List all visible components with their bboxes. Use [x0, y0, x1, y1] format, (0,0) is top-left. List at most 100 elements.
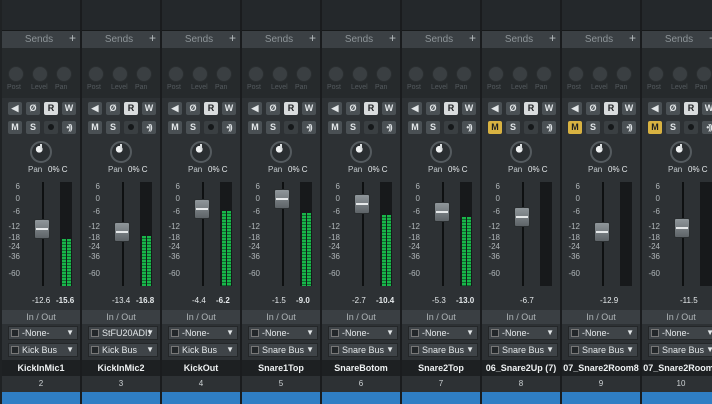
send-knob[interactable]	[352, 66, 368, 82]
output-selector[interactable]: Kick Bus ▼	[8, 343, 78, 357]
phase-invert-button[interactable]: Ø	[26, 102, 40, 115]
insert-slot-area[interactable]	[562, 0, 640, 31]
input-monitor-button[interactable]: •))	[142, 121, 156, 134]
volume-fader[interactable]	[514, 207, 530, 228]
phase-invert-button[interactable]: Ø	[666, 102, 680, 115]
send-knob[interactable]	[88, 66, 104, 82]
send-knob[interactable]	[248, 66, 264, 82]
solo-button[interactable]: S	[26, 121, 40, 134]
input-selector[interactable]: -None- ▼	[648, 326, 712, 340]
pan-knob[interactable]	[350, 141, 372, 163]
add-send-button[interactable]: +	[629, 31, 636, 45]
input-monitor-button[interactable]: •))	[622, 121, 636, 134]
record-arm-button[interactable]	[284, 121, 298, 134]
speaker-icon[interactable]: ◀	[248, 102, 262, 115]
output-selector[interactable]: Snare Bus▼	[568, 343, 638, 357]
channel-name[interactable]: KickInMic1	[2, 360, 80, 376]
phase-invert-button[interactable]: Ø	[506, 102, 520, 115]
input-selector[interactable]: -None- ▼	[328, 326, 398, 340]
volume-fader[interactable]	[194, 199, 210, 220]
speaker-icon[interactable]: ◀	[8, 102, 22, 115]
write-automation-button[interactable]: W	[702, 102, 712, 115]
record-arm-button[interactable]	[44, 121, 58, 134]
speaker-icon[interactable]: ◀	[488, 102, 502, 115]
mute-button[interactable]: M	[568, 121, 582, 134]
read-automation-button[interactable]: R	[284, 102, 298, 115]
mute-button[interactable]: M	[8, 121, 22, 134]
add-send-button[interactable]: +	[549, 31, 556, 45]
record-arm-button[interactable]	[204, 121, 218, 134]
volume-fader[interactable]	[434, 202, 450, 223]
solo-button[interactable]: S	[506, 121, 520, 134]
mute-button[interactable]: M	[248, 121, 262, 134]
phase-invert-button[interactable]: Ø	[266, 102, 280, 115]
channel-name[interactable]: Snare1Top	[242, 360, 320, 376]
solo-button[interactable]: S	[666, 121, 680, 134]
channel-name[interactable]: KickInMic2	[82, 360, 160, 376]
channel-name[interactable]: Snare2Top	[402, 360, 480, 376]
volume-fader[interactable]	[674, 217, 690, 238]
record-arm-button[interactable]	[364, 121, 378, 134]
pan-knob[interactable]	[270, 141, 292, 163]
output-selector[interactable]: Snare Bus▼	[488, 343, 558, 357]
input-selector[interactable]: -None- ▼	[8, 326, 78, 340]
mute-button[interactable]: M	[648, 121, 662, 134]
send-knob[interactable]	[192, 66, 208, 82]
solo-button[interactable]: S	[266, 121, 280, 134]
pan-knob[interactable]	[590, 141, 612, 163]
record-arm-button[interactable]	[124, 121, 138, 134]
record-arm-button[interactable]	[444, 121, 458, 134]
input-selector[interactable]: -None- ▼	[408, 326, 478, 340]
add-send-button[interactable]: +	[69, 31, 76, 45]
record-arm-button[interactable]	[524, 121, 538, 134]
speaker-icon[interactable]: ◀	[408, 102, 422, 115]
mute-button[interactable]: M	[88, 121, 102, 134]
input-selector[interactable]: StFU20ADI1 ▼	[88, 326, 158, 340]
speaker-icon[interactable]: ◀	[568, 102, 582, 115]
insert-slot-area[interactable]	[402, 0, 480, 31]
volume-fader[interactable]	[594, 221, 610, 242]
output-selector[interactable]: Kick Bus ▼	[168, 343, 238, 357]
solo-button[interactable]: S	[186, 121, 200, 134]
write-automation-button[interactable]: W	[142, 102, 156, 115]
speaker-icon[interactable]: ◀	[328, 102, 342, 115]
pan-knob[interactable]	[430, 141, 452, 163]
insert-slot-area[interactable]	[322, 0, 400, 31]
send-knob[interactable]	[536, 66, 552, 82]
input-monitor-button[interactable]: •))	[222, 121, 236, 134]
volume-fader[interactable]	[34, 218, 50, 239]
output-selector[interactable]: Snare Bus▼	[248, 343, 318, 357]
send-knob[interactable]	[216, 66, 232, 82]
send-knob[interactable]	[648, 66, 664, 82]
record-arm-button[interactable]	[604, 121, 618, 134]
channel-name[interactable]: SnareBotom	[322, 360, 400, 376]
solo-button[interactable]: S	[426, 121, 440, 134]
send-knob[interactable]	[696, 66, 712, 82]
add-send-button[interactable]: +	[149, 31, 156, 45]
solo-button[interactable]: S	[586, 121, 600, 134]
write-automation-button[interactable]: W	[462, 102, 476, 115]
channel-name[interactable]: 07_Snare2Room8	[562, 360, 640, 376]
write-automation-button[interactable]: W	[62, 102, 76, 115]
input-selector[interactable]: -None- ▼	[168, 326, 238, 340]
add-send-button[interactable]: +	[469, 31, 476, 45]
send-knob[interactable]	[112, 66, 128, 82]
phase-invert-button[interactable]: Ø	[186, 102, 200, 115]
send-knob[interactable]	[32, 66, 48, 82]
channel-name[interactable]: KickOut	[162, 360, 240, 376]
send-knob[interactable]	[8, 66, 24, 82]
mute-button[interactable]: M	[488, 121, 502, 134]
send-knob[interactable]	[136, 66, 152, 82]
input-selector[interactable]: -None- ▼	[248, 326, 318, 340]
send-knob[interactable]	[616, 66, 632, 82]
input-monitor-button[interactable]: •))	[62, 121, 76, 134]
input-monitor-button[interactable]: •))	[462, 121, 476, 134]
mute-button[interactable]: M	[328, 121, 342, 134]
phase-invert-button[interactable]: Ø	[346, 102, 360, 115]
output-selector[interactable]: Kick Bus ▼	[88, 343, 158, 357]
read-automation-button[interactable]: R	[444, 102, 458, 115]
record-arm-button[interactable]	[684, 121, 698, 134]
read-automation-button[interactable]: R	[124, 102, 138, 115]
pan-knob[interactable]	[190, 141, 212, 163]
volume-fader[interactable]	[114, 221, 130, 242]
